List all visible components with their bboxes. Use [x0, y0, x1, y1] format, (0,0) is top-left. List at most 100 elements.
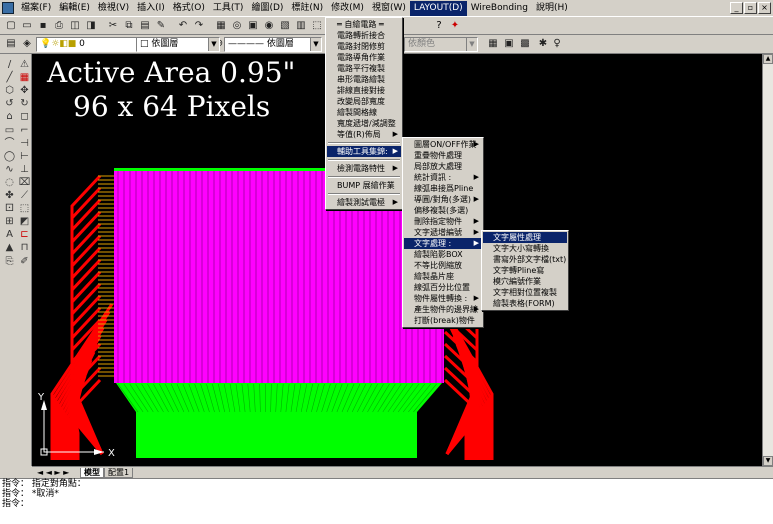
aux-menu-item-1[interactable]: 重疊物件處理 [404, 150, 482, 161]
menu-12[interactable]: 說明(H) [532, 1, 572, 16]
text-menu-item-5[interactable]: 文字相對位置複製 [483, 287, 567, 298]
revcloud-icon[interactable]: ◯ [3, 150, 16, 163]
aux-menu-item-3[interactable]: 統計資訊 : ▶ [404, 172, 482, 183]
undo-icon[interactable]: ↶ [176, 19, 190, 33]
rectangle-icon[interactable]: ⌂ [3, 110, 16, 123]
mtext-icon[interactable]: A [3, 228, 16, 241]
text-menu-item-3[interactable]: 文字轉Pline寫 [483, 265, 567, 276]
array-icon[interactable]: ✥ [18, 84, 31, 97]
circle-icon[interactable]: ⌒ [3, 137, 16, 150]
chamfer-icon[interactable]: ⬚ [18, 202, 31, 215]
layout-menu-item-3[interactable]: 電路導角作業 [327, 52, 401, 63]
aux-menu-item-10[interactable]: 繪製陷影BOX [404, 249, 482, 260]
paste-icon[interactable]: ▤ [138, 19, 152, 33]
zoom-icon[interactable]: ◎ [230, 19, 244, 33]
menu-8[interactable]: 修改(M) [327, 1, 368, 16]
aux-menu-item-0[interactable]: 圖層ON/OFF作業 ▶ [404, 139, 482, 150]
aux-menu-item-16[interactable]: 打斷(break)物件 [404, 315, 482, 326]
menu-7[interactable]: 標註(N) [287, 1, 327, 16]
layout-menu-item-14[interactable]: 檢測電路特性 ▶ [327, 163, 401, 174]
save-icon[interactable]: ▪ [36, 19, 50, 33]
lineweight-dropdown[interactable]: ———— 依圖層 ▼ [224, 37, 322, 52]
a-icon[interactable]: ▣ [246, 19, 260, 33]
menu-6[interactable]: 繪圖(D) [247, 1, 287, 16]
aux-menu-item-15[interactable]: 產生物件的邊界線 ▶ [404, 304, 482, 315]
hatch-icon[interactable]: ⊞ [3, 215, 16, 228]
tab-nav-arrows[interactable]: ◄ ◄ ► ► [34, 468, 73, 478]
text-menu-item-2[interactable]: 書寫外部文字檔(txt) [483, 254, 567, 265]
layout-menu-item-16[interactable]: BUMP 展繪作業 [327, 180, 401, 191]
aux-menu-item-4[interactable]: 線弧串接爲Pline [404, 183, 482, 194]
d-icon[interactable]: ▥ [294, 19, 308, 33]
command-window[interactable]: 指令： 指定對角點： 指令： *取消* 指令： [0, 478, 773, 524]
scroll-down-icon[interactable]: ▼ [763, 456, 773, 466]
menu-2[interactable]: 檢視(V) [94, 1, 133, 16]
text-menu-item-1[interactable]: 文字大小寫轉換 [483, 243, 567, 254]
tab-layout1[interactable]: 配置1 [104, 468, 134, 478]
rotate-icon[interactable]: ◻ [18, 110, 31, 123]
xline-icon[interactable]: ╱ [3, 71, 16, 84]
region-icon[interactable]: ⊓ [18, 241, 31, 254]
arc-icon[interactable]: ▭ [3, 124, 16, 137]
tab-model[interactable]: 模型 [80, 468, 104, 478]
extend-icon[interactable]: ⊥ [18, 163, 31, 176]
e-icon[interactable]: ⬚ [310, 19, 324, 33]
close-icon[interactable]: × [758, 2, 771, 14]
layout-menu-item-6[interactable]: 誹線直接對接 [327, 85, 401, 96]
layout-menu-item-7[interactable]: 改變局部寬度 [327, 96, 401, 107]
restore-icon[interactable]: ▫ [744, 2, 757, 14]
c-icon[interactable]: ▧ [278, 19, 292, 33]
ellipse-icon[interactable]: ◌ [3, 176, 16, 189]
polyline-icon[interactable]: ↺ [3, 97, 16, 110]
vertical-scrollbar[interactable]: ▲ ▼ [762, 54, 773, 466]
text-menu-item-4[interactable]: 模穴編號作業 [483, 276, 567, 287]
cut-icon[interactable]: ✂ [106, 19, 120, 33]
menu-4[interactable]: 格式(O) [169, 1, 209, 16]
block-icon[interactable]: ✤ [3, 189, 16, 202]
aux-menu-item-12[interactable]: 繪製晶片座 [404, 271, 482, 282]
aux-menu-item-13[interactable]: 線弧百分比位置 [404, 282, 482, 293]
open-icon[interactable]: ▭ [20, 19, 34, 33]
insert-icon[interactable]: ⚀ [3, 202, 16, 215]
palette-icon[interactable]: ▩ [518, 37, 532, 51]
menu-3[interactable]: 插入(I) [133, 1, 169, 16]
erase-icon[interactable]: ▲ [3, 241, 16, 254]
layout-menu-item-12[interactable]: 輔助工具集錦: ▶ [327, 146, 401, 157]
scroll-up-icon[interactable]: ▲ [763, 54, 773, 64]
layout-menu-item-0[interactable]: ═ 自繪電路 ═ [327, 19, 401, 30]
layout-menu-item-1[interactable]: 電路轉折接合 [327, 30, 401, 41]
menu-5[interactable]: 工具(T) [209, 1, 248, 16]
plot-icon[interactable]: ◨ [84, 19, 98, 33]
aux-menu-item-11[interactable]: 不等比例縮放 [404, 260, 482, 271]
help-icon[interactable]: ? [432, 19, 446, 33]
scale-icon[interactable]: ⌐ [18, 124, 31, 137]
properties-icon[interactable]: ▦ [486, 37, 500, 51]
spline-icon[interactable]: ∿ [3, 163, 16, 176]
layout-menu-item-18[interactable]: 繪製測試電極 ▶ [327, 197, 401, 208]
print-icon[interactable]: ⎙ [52, 19, 66, 33]
join-icon[interactable]: ⟋ [18, 189, 31, 202]
copy-obj-icon[interactable]: ⎘ [3, 255, 16, 268]
command-line-3[interactable]: 指令： [2, 499, 773, 509]
layer-state-icon[interactable]: ◈ [20, 37, 34, 51]
design-center-icon[interactable]: ▣ [502, 37, 516, 51]
linetype-dropdown-main[interactable]: □ 依圖層 ▼ [136, 37, 220, 52]
match-prop-icon[interactable]: ✎ [154, 19, 168, 33]
menu-11[interactable]: WireBonding [467, 1, 532, 16]
preview-icon[interactable]: ◫ [68, 19, 82, 33]
text-menu-item-0[interactable]: 文字屬性處理 [483, 232, 567, 243]
aux-menu-item-8[interactable]: 文字遞增編號 ▶ [404, 227, 482, 238]
text-menu-item-6[interactable]: 繪製表格(FORM) [483, 298, 567, 309]
stretch-icon[interactable]: ⊣ [18, 137, 31, 150]
trim-icon[interactable]: ⊢ [18, 150, 31, 163]
aux-menu-item-5[interactable]: 導圓/對角(多選) ▶ [404, 194, 482, 205]
polygon-icon[interactable]: ⬡ [3, 84, 16, 97]
color-dropdown[interactable]: 依顏色 ▼ [404, 37, 478, 52]
line-icon[interactable]: / [3, 58, 16, 71]
new-file-icon[interactable]: ▢ [4, 19, 18, 33]
move-icon[interactable]: ↻ [18, 97, 31, 110]
redo-icon[interactable]: ↷ [192, 19, 206, 33]
fillet-icon[interactable]: ◩ [18, 215, 31, 228]
minimize-icon[interactable]: _ [730, 2, 743, 14]
layer-manager-icon[interactable]: ▤ [4, 37, 18, 51]
